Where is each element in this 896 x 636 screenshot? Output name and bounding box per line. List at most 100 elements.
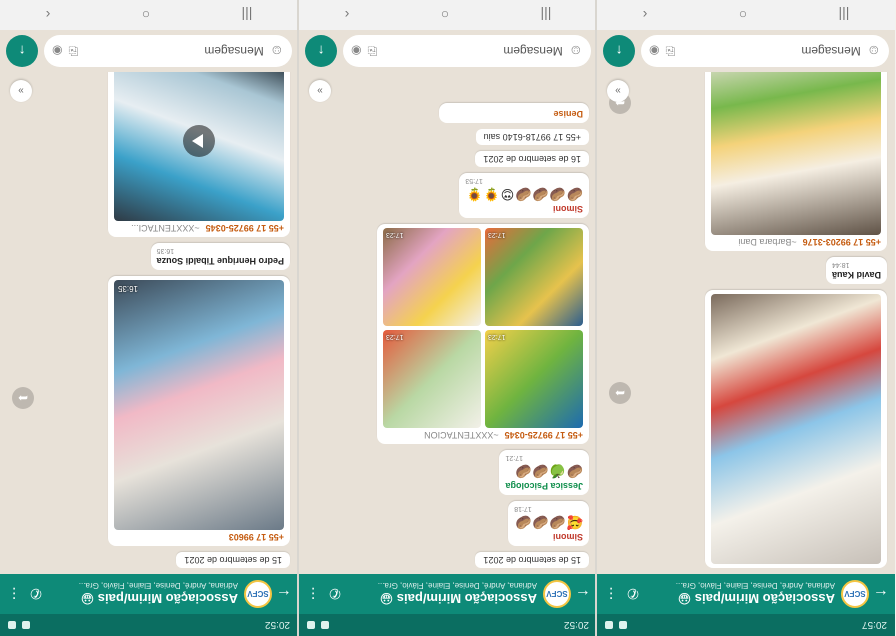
recents-icon[interactable]: ||| <box>540 7 551 23</box>
attach-icon[interactable]: ⎘ <box>68 44 78 59</box>
call-icon[interactable]: ✆ <box>28 586 44 603</box>
chat-members: Adriana, André, Denise, Elaine, Flávio, … <box>78 581 238 591</box>
phone-screen: 20:52 ← SCFV Associação Mirim/pais 😀 Adr… <box>298 0 596 636</box>
message-bubble[interactable] <box>705 290 888 568</box>
sender-name: Denise <box>553 109 583 119</box>
forward-icon[interactable]: ➦ <box>12 387 34 409</box>
more-options-icon[interactable]: ⋮ <box>6 586 22 603</box>
photo-attachment[interactable] <box>711 294 882 564</box>
battery-icon <box>306 621 315 629</box>
sender-line: +55 17 99725-0345 ~XXXTENTACI... <box>131 223 284 233</box>
camera-icon[interactable]: ◉ <box>52 44 62 58</box>
message-list[interactable]: 15 de setembro de 2021 Simoni 🥰🥔🥔🥔 17:18… <box>299 72 596 574</box>
message-input-pill[interactable]: ☺ ⎘ ◉ <box>44 35 292 67</box>
recents-icon[interactable]: ||| <box>241 7 252 23</box>
status-bar: 20:57 <box>597 614 896 636</box>
back-nav-icon[interactable]: ‹ <box>643 7 648 23</box>
photo-album[interactable]: 17:23 17:23 17:23 17:23 <box>382 228 583 428</box>
phone-screen: 20:52 ← SCFV Associação Mirim/pais 😀 Adr… <box>0 0 297 636</box>
back-arrow-icon[interactable]: ← <box>873 585 889 603</box>
group-avatar[interactable]: SCFV <box>244 580 272 608</box>
back-nav-icon[interactable]: ‹ <box>344 7 349 23</box>
scroll-down-icon[interactable]: » <box>10 80 32 102</box>
message-bubble[interactable]: +55 17 99725-0345 ~XXXTENTACI... <box>108 72 290 237</box>
date-chip: 15 de setembro de 2021 <box>475 552 589 568</box>
message-bubble[interactable]: Jessica Psicologa 🥔🍏🥔🥔 17:21 <box>499 450 589 495</box>
sender-name: David Kauã <box>832 270 882 280</box>
emoji-icon[interactable]: ☺ <box>270 43 284 59</box>
message-bubble[interactable]: +55 17 99203-3176 ~Barbara Dani <box>705 72 888 251</box>
emoji-icon[interactable]: ☺ <box>867 43 881 59</box>
message-list[interactable]: David Kauã 18:44 +55 17 99203-3176 ~Barba… <box>597 72 895 574</box>
emoji-text: 🥔🥔🥔🥔😍🌻🌻 <box>464 187 583 202</box>
group-avatar[interactable]: SCFV <box>841 580 870 608</box>
chat-title-block[interactable]: Associação Mirim/pais 😀 Adriana, André, … <box>50 582 238 607</box>
camera-icon[interactable]: ◉ <box>351 44 361 58</box>
message-bubble[interactable]: +55 17 99725-0345 ~XXXTENTACION 17:23 17:… <box>376 224 589 444</box>
more-options-icon[interactable]: ⋮ <box>305 586 321 603</box>
message-input-pill[interactable]: ☺ ⎘ ◉ <box>641 35 890 67</box>
chat-title-block[interactable]: Associação Mirim/pais 😀 Adriana, André, … <box>647 582 835 607</box>
composer: ☺ ⎘ ◉ ↑ <box>0 30 297 72</box>
message-list[interactable]: 15 de setembro de 2021 +55 17 99603 16:3… <box>0 72 297 574</box>
emoji-icon[interactable]: ☺ <box>568 43 582 59</box>
mic-button[interactable]: ↑ <box>6 35 38 67</box>
play-icon[interactable] <box>183 125 215 157</box>
forward-icon[interactable]: ➦ <box>609 382 632 404</box>
more-options-icon[interactable]: ⋮ <box>603 586 619 603</box>
phone-screen: 20:57 ← SCFV Associação Mirim/pais 😀 Adr… <box>597 0 896 636</box>
chat-title-block[interactable]: Associação Mirim/pais 😀 Adriana, André, … <box>349 582 537 607</box>
wifi-icon <box>320 621 329 629</box>
message-bubble[interactable]: Simoni 🥔🥔🥔🥔😍🌻🌻 17:53 <box>458 173 589 218</box>
call-icon[interactable]: ✆ <box>625 586 641 603</box>
message-input[interactable] <box>681 44 862 58</box>
sender-line: +55 17 99203-3176 ~Barbara Dani <box>738 237 882 247</box>
message-time: 16:35 <box>156 247 175 254</box>
back-arrow-icon[interactable]: ← <box>575 585 591 603</box>
message-bubble[interactable]: Simoni 🥰🥔🥔🥔 17:18 <box>507 501 589 546</box>
message-bubble[interactable]: Denise <box>438 103 589 123</box>
call-icon[interactable]: ✆ <box>327 586 343 603</box>
home-icon[interactable]: ○ <box>440 7 448 23</box>
camera-icon[interactable]: ◉ <box>649 44 659 58</box>
attach-icon[interactable]: ⎘ <box>367 44 377 59</box>
photo-thumbnail[interactable]: 17:23 <box>382 228 481 326</box>
message-bubble[interactable]: +55 17 99603 16:35 <box>108 276 290 546</box>
photo-thumbnail[interactable]: 17:23 <box>382 330 481 428</box>
sender-name: +55 17 99603 <box>228 532 284 542</box>
message-input[interactable] <box>84 44 264 58</box>
sender-name: Jessica Psicologa <box>505 481 583 491</box>
emoji-text: 🥰🥔🥔🥔 <box>513 515 583 530</box>
message-input-pill[interactable]: ☺ ⎘ ◉ <box>342 35 591 67</box>
back-nav-icon[interactable]: ‹ <box>46 7 51 23</box>
photo-thumbnail[interactable]: 17:23 <box>484 330 583 428</box>
system-message: +55 17 99718-6140 saiu <box>475 129 589 145</box>
recents-icon[interactable]: ||| <box>839 7 850 23</box>
sender-name: Simoni <box>552 204 583 214</box>
screenshot-collage: 20:52 ← SCFV Associação Mirim/pais 😀 Adr… <box>0 0 896 636</box>
chat-members: Adriana, André, Denise, Elaine, Flávio, … <box>676 581 836 591</box>
phone-panel-middle: 20:52 ← SCFV Associação Mirim/pais 😀 Adr… <box>298 0 598 636</box>
chat-header: ← SCFV Associação Mirim/pais 😀 Adriana, … <box>0 574 297 614</box>
scroll-down-icon[interactable]: » <box>308 80 331 102</box>
attach-icon[interactable]: ⎘ <box>666 44 676 59</box>
video-attachment[interactable] <box>114 72 284 221</box>
photo-thumbnail[interactable]: 17:23 <box>484 228 583 326</box>
mic-button[interactable]: ↑ <box>603 35 636 67</box>
message-bubble[interactable]: Pedro Henrique Tibaldi Souza 16:35 <box>150 243 290 270</box>
home-icon[interactable]: ○ <box>142 7 150 23</box>
date-chip: 15 de setembro de 2021 <box>176 552 290 568</box>
chat-title: Associação Mirim/pais 😀 <box>379 591 537 607</box>
status-time: 20:52 <box>264 619 290 631</box>
back-arrow-icon[interactable]: ← <box>276 585 292 603</box>
message-input[interactable] <box>382 44 563 58</box>
system-nav-bar: ||| ○ ‹ <box>298 0 596 30</box>
message-time: 17:18 <box>513 505 532 512</box>
photo-attachment[interactable]: 16:35 <box>114 280 284 530</box>
composer: ☺ ⎘ ◉ ↑ <box>597 30 895 72</box>
group-avatar[interactable]: SCFV <box>542 580 571 608</box>
home-icon[interactable]: ○ <box>739 7 747 23</box>
mic-button[interactable]: ↑ <box>304 35 337 67</box>
photo-attachment[interactable] <box>711 72 882 235</box>
message-bubble[interactable]: David Kauã 18:44 <box>826 257 888 284</box>
